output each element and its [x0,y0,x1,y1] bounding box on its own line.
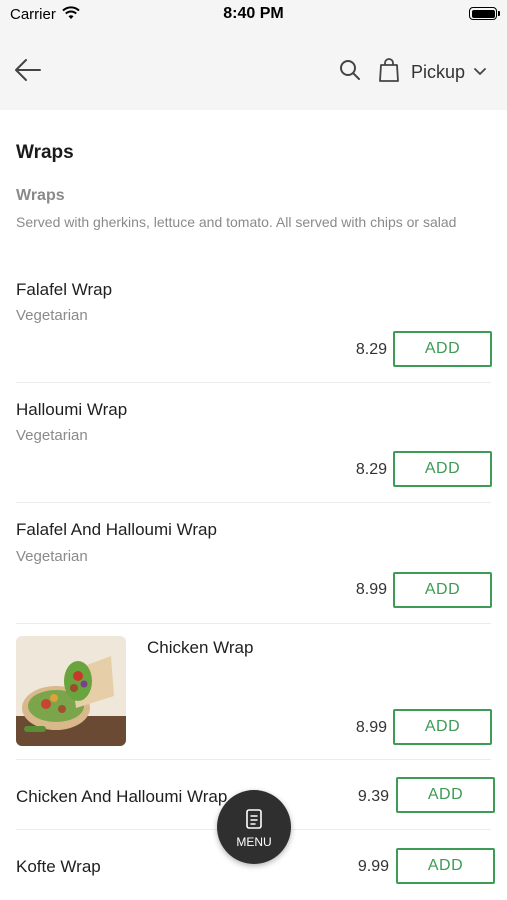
item-name-chicken-halloumi-wrap[interactable]: Chicken And Halloumi Wrap [16,787,227,807]
item-name-chicken-wrap[interactable]: Chicken Wrap [147,638,253,658]
category-subtitle: Wraps [16,187,65,204]
item-name-kofte-wrap[interactable]: Kofte Wrap [16,857,101,877]
add-button[interactable]: ADD [393,709,492,745]
item-price: 9.39 [357,788,389,805]
item-price: 8.29 [355,461,387,478]
chicken-wrap-image[interactable] [16,636,126,746]
item-price: 8.99 [355,581,387,598]
item-price: 8.99 [355,719,387,736]
section-title: Wraps [16,142,74,163]
divider [16,502,491,503]
shopping-bag-icon[interactable] [377,57,401,83]
menu-card-icon [246,809,262,829]
item-name-halloumi-wrap[interactable]: Halloumi Wrap [16,400,127,420]
top-navigation-bar: Pickup [0,30,507,110]
back-arrow-icon[interactable] [12,56,44,84]
item-tag: Vegetarian [16,427,88,444]
add-button[interactable]: ADD [393,331,492,367]
chevron-down-icon [474,68,486,75]
clock: 8:40 PM [223,5,284,22]
add-button[interactable]: ADD [396,777,495,813]
menu-fab-label: MENU [236,835,272,849]
item-tag: Vegetarian [16,307,88,324]
pickup-label: Pickup [411,61,466,82]
status-bar: Carrier 8:40 PM [0,0,507,30]
battery-icon [469,7,500,20]
divider [16,382,491,383]
item-price: 8.29 [355,341,387,358]
item-price: 9.99 [357,858,389,875]
add-button[interactable]: ADD [393,572,492,608]
divider [16,759,491,760]
search-icon[interactable] [338,58,362,82]
item-name-falafel-halloumi-wrap[interactable]: Falafel And Halloumi Wrap [16,520,217,540]
pickup-selector[interactable]: Pickup [411,60,487,84]
wrap-photo-icon [16,636,126,746]
item-tag: Vegetarian [16,548,88,565]
menu-fab-button[interactable]: MENU [217,790,291,864]
category-description: Served with gherkins, lettuce and tomato… [16,214,457,230]
add-button[interactable]: ADD [396,848,495,884]
divider [16,623,491,624]
add-button[interactable]: ADD [393,451,492,487]
item-name-falafel-wrap[interactable]: Falafel Wrap [16,280,112,300]
